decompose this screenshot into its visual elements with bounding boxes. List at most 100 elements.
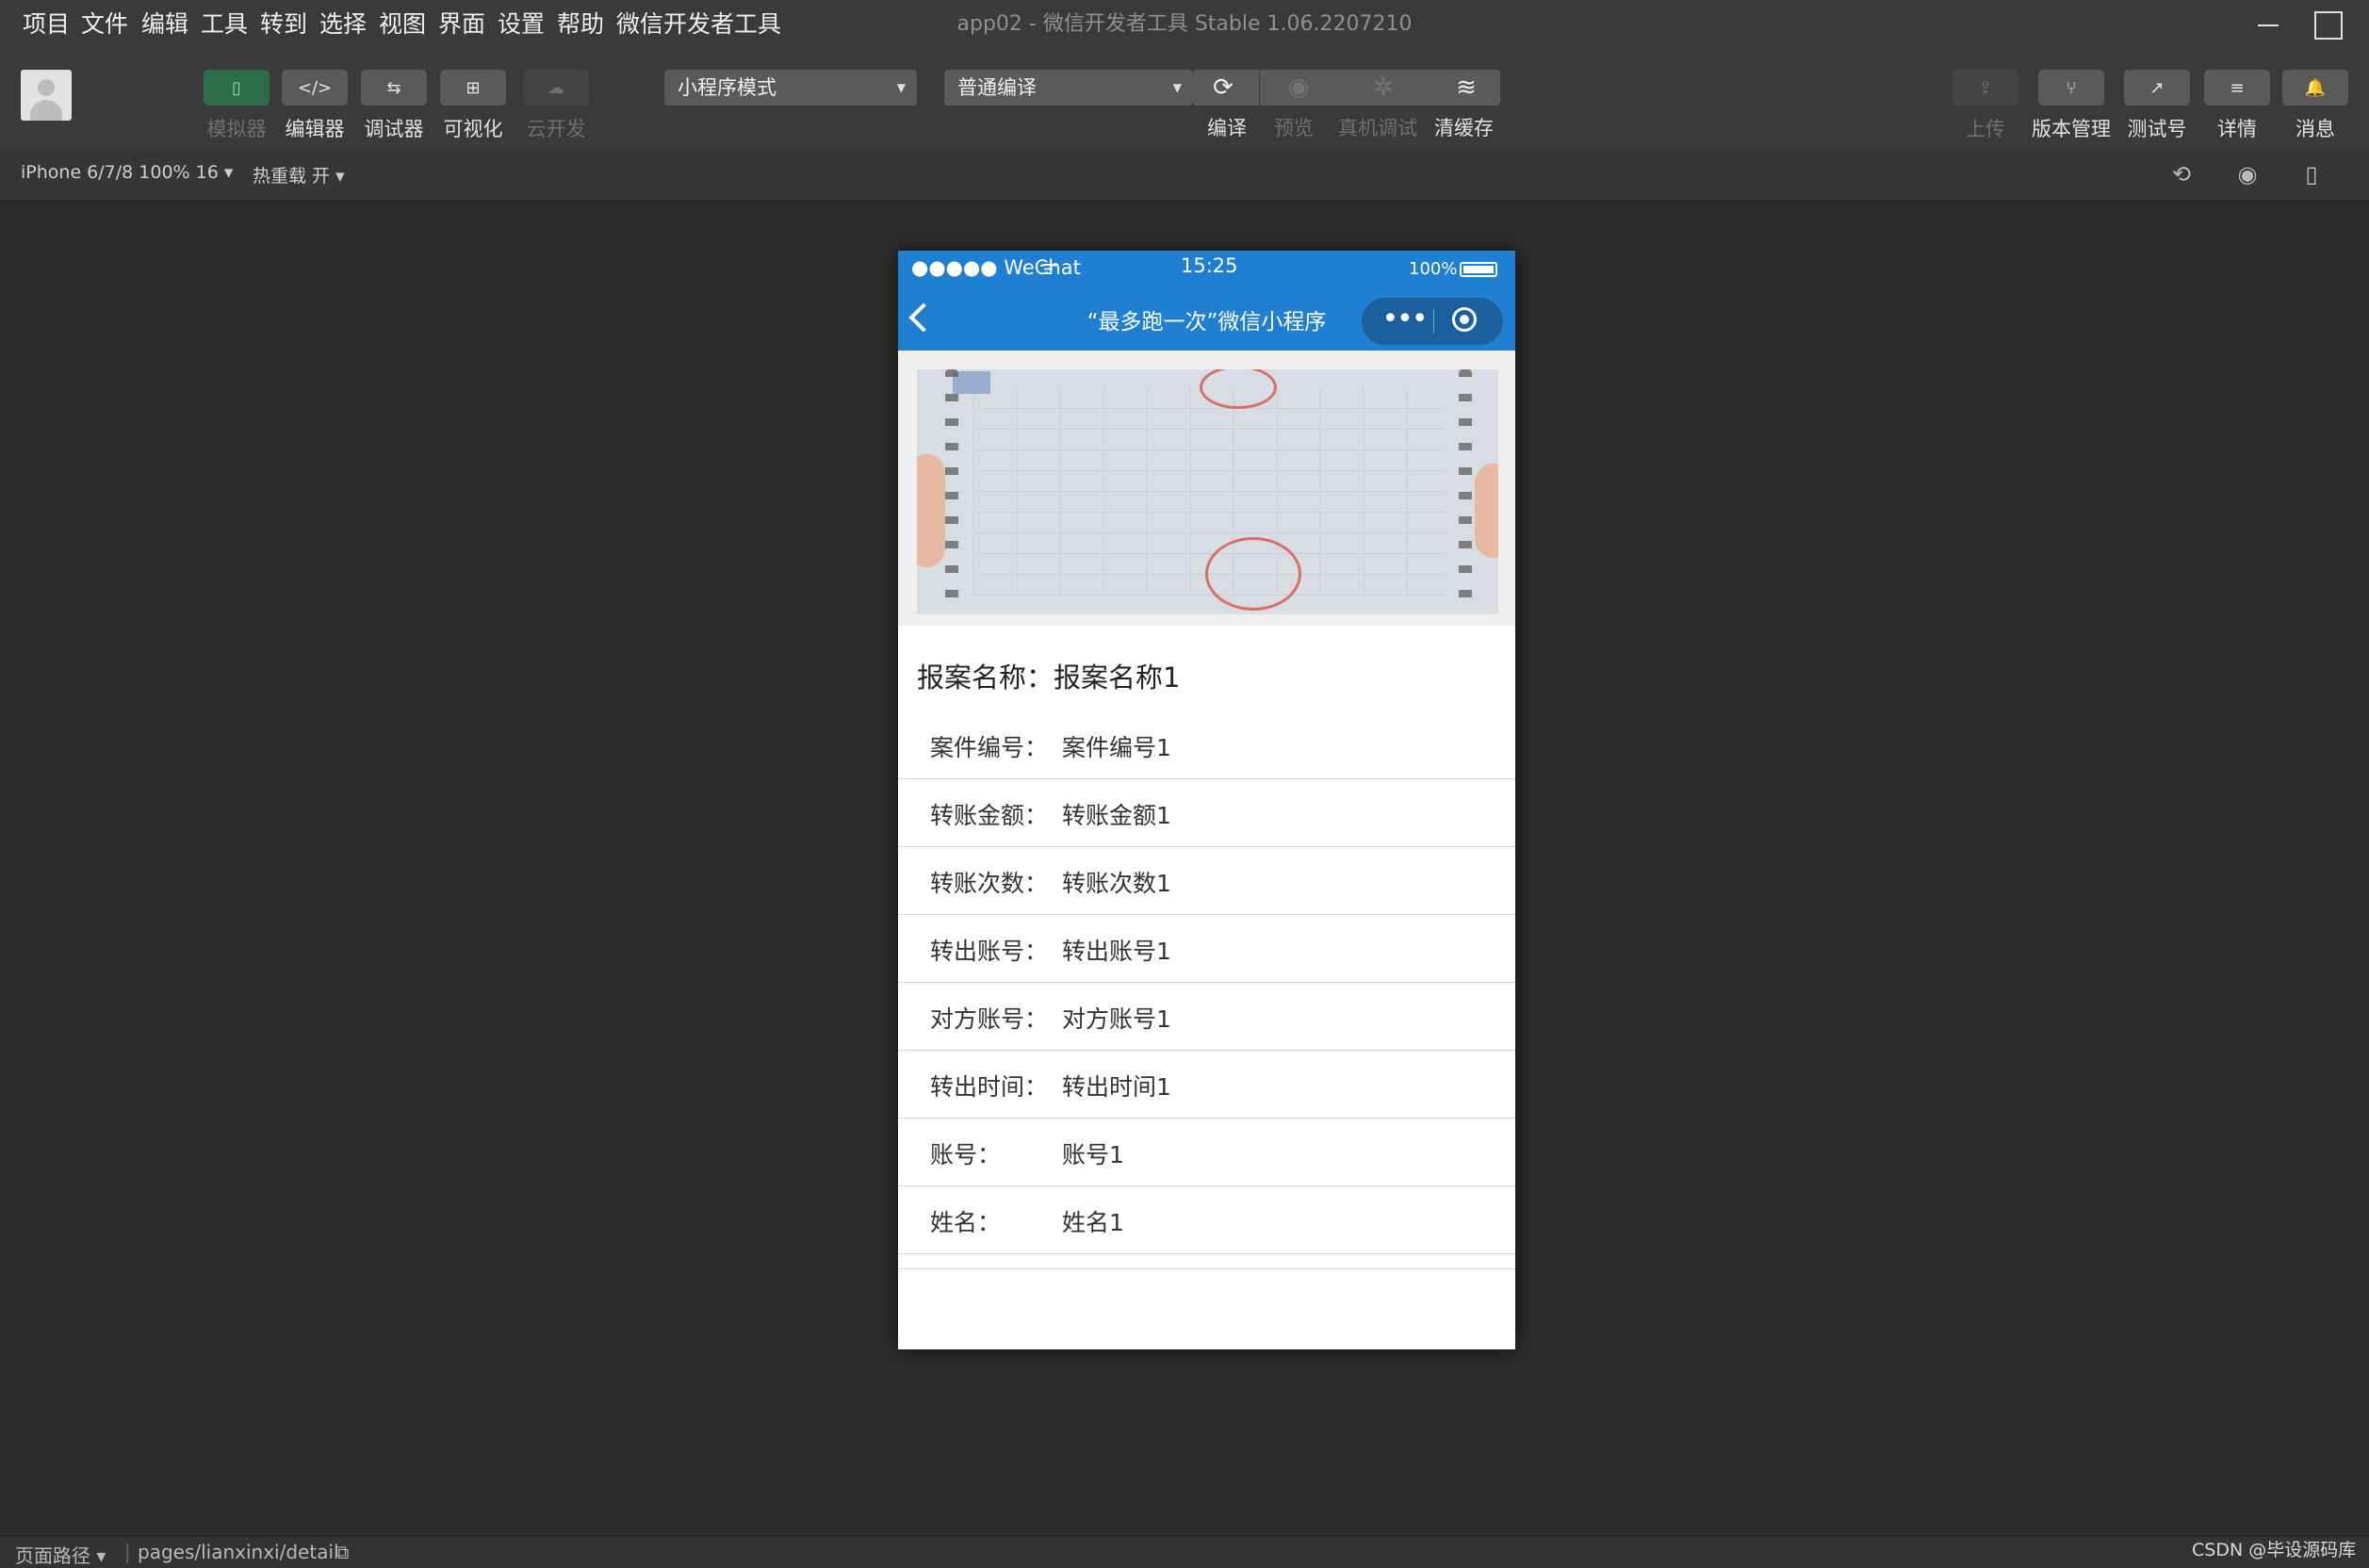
minimize-button[interactable] bbox=[2254, 11, 2284, 40]
detail-value: 对方账号1 bbox=[1062, 1005, 1171, 1033]
branch-icon: ⑂ bbox=[2038, 70, 2104, 106]
hot-reload-toggle[interactable]: 热重载 开 ▾ bbox=[253, 162, 345, 188]
detail-value: 账号1 bbox=[1062, 1141, 1124, 1168]
window-title: app02 - 微信开发者工具 Stable 1.06.2207210 bbox=[956, 12, 1413, 36]
mode-select-value: 小程序模式 bbox=[678, 76, 776, 99]
tool-details[interactable]: ≡ 详情 bbox=[2197, 70, 2278, 142]
detail-label: 转出账号： bbox=[930, 938, 1049, 965]
preview-label[interactable]: 预览 bbox=[1274, 113, 1314, 141]
toolbar: ▯ 模拟器 </> 编辑器 ⇆ 调试器 ⊞ 可视化 ☁ 云开发 小程序模式 ▼ … bbox=[0, 51, 2369, 150]
divider bbox=[898, 1268, 1515, 1269]
page-path: pages/lianxinxi/detail bbox=[138, 1541, 339, 1563]
close-miniprogram-icon[interactable] bbox=[1452, 307, 1477, 332]
tool-test-account[interactable]: ↗ 测试号 bbox=[2116, 70, 2197, 142]
record-icon[interactable]: ◉ bbox=[2233, 160, 2262, 188]
chevron-down-icon: ▼ bbox=[1172, 81, 1182, 94]
tool-debugger-label: 调试器 bbox=[364, 118, 424, 140]
detail-value: 转出时间1 bbox=[1062, 1073, 1171, 1101]
copy-icon[interactable]: ⧉ bbox=[335, 1541, 349, 1563]
tool-editor[interactable]: </> 编辑器 bbox=[274, 70, 355, 142]
detail-label: 案件编号： bbox=[930, 734, 1049, 761]
tool-messages[interactable]: 🔔 消息 bbox=[2275, 70, 2356, 142]
detail-value: 转账金额1 bbox=[1062, 802, 1171, 829]
tool-cloud[interactable]: ☁ 云开发 bbox=[515, 70, 596, 142]
detail-row: 姓名： 姓名1 bbox=[898, 1185, 1515, 1254]
detail-row: 对方账号： 对方账号1 bbox=[898, 982, 1515, 1051]
divider: | bbox=[124, 1541, 131, 1563]
layers-icon[interactable]: ≋ bbox=[1432, 70, 1500, 106]
chevron-down-icon: ▼ bbox=[896, 81, 906, 94]
simulator-subbar: iPhone 6/7/8 100% 16 ▾ 热重载 开 ▾ ⟲ ◉ ▯ bbox=[0, 149, 2369, 201]
remote-debug-label[interactable]: 真机调试 bbox=[1338, 113, 1417, 141]
tool-debugger[interactable]: ⇆ 调试器 bbox=[353, 70, 434, 142]
compile-actions: ⟳ ◉ ✲ ≋ bbox=[1193, 70, 1500, 106]
refresh-icon[interactable]: ⟳ bbox=[1193, 70, 1253, 106]
rotate-icon[interactable]: ⟲ bbox=[2167, 160, 2196, 188]
battery-percent: 100% bbox=[1409, 259, 1458, 279]
tool-messages-label: 消息 bbox=[2295, 118, 2335, 140]
case-name-label: 报案名称： bbox=[917, 662, 1054, 694]
tool-upload-label: 上传 bbox=[1966, 118, 2005, 140]
eye-icon[interactable]: ◉ bbox=[1268, 70, 1329, 106]
battery-icon bbox=[1460, 262, 1497, 277]
tool-test-account-label: 测试号 bbox=[2127, 118, 2187, 140]
detail-label: 对方账号： bbox=[930, 1005, 1049, 1033]
cloud-icon: ☁ bbox=[523, 70, 589, 106]
detail-row: 转出时间： 转出时间1 bbox=[898, 1050, 1515, 1119]
status-time: 15:25 bbox=[1181, 254, 1238, 277]
tool-details-label: 详情 bbox=[2217, 118, 2257, 140]
tool-simulator-label: 模拟器 bbox=[206, 118, 267, 140]
avatar[interactable] bbox=[21, 70, 72, 121]
detail-label: 转出时间： bbox=[930, 1073, 1049, 1101]
mode-select[interactable]: 小程序模式 ▼ bbox=[664, 70, 917, 106]
detail-label: 账号： bbox=[930, 1141, 1002, 1168]
device-select[interactable]: iPhone 6/7/8 100% 16 ▾ bbox=[21, 162, 233, 183]
detail-row: 转出账号： 转出账号1 bbox=[898, 914, 1515, 983]
case-name: 报案名称：报案名称1 bbox=[917, 656, 1180, 695]
detail-value: 转账次数1 bbox=[1062, 870, 1171, 897]
tool-upload[interactable]: ⇪ 上传 bbox=[1945, 70, 2026, 142]
detail-label: 姓名： bbox=[930, 1209, 1002, 1236]
tool-visual[interactable]: ⊞ 可视化 bbox=[433, 70, 514, 142]
detail-label: 转账金额： bbox=[930, 802, 1049, 829]
compile-select-value: 普通编译 bbox=[957, 76, 1037, 99]
status-bar: 页面路径 ▾ | pages/lianxinxi/detail ⧉ bbox=[0, 1536, 2369, 1568]
detail-row: 账号： 账号1 bbox=[898, 1118, 1515, 1186]
menu-bar: 项目 文件 编辑 工具 转到 选择 视图 界面 设置 帮助 微信开发者工具 ap… bbox=[0, 0, 2369, 51]
capsule-menu[interactable]: ••• bbox=[1362, 298, 1503, 345]
menu-icon: ≡ bbox=[2204, 70, 2270, 106]
detail-row: 转账次数： 转账次数1 bbox=[898, 846, 1515, 915]
clear-cache-label[interactable]: 清缓存 bbox=[1434, 113, 1494, 141]
detail-row: 案件编号： 案件编号1 bbox=[898, 710, 1515, 779]
tool-editor-label: 编辑器 bbox=[285, 118, 345, 140]
layout-icon: ⊞ bbox=[440, 70, 506, 106]
page-path-select[interactable]: 页面路径 ▾ bbox=[15, 1541, 106, 1568]
external-link-icon: ↗ bbox=[2124, 70, 2190, 106]
bug-icon[interactable]: ✲ bbox=[1353, 70, 1413, 106]
phone-icon: ▯ bbox=[204, 70, 270, 106]
phone-simulator: ●●●●● WeChat ᯤ 15:25 100% “最多跑一次”微信小程序 •… bbox=[898, 251, 1515, 1349]
detail-value: 案件编号1 bbox=[1062, 734, 1171, 761]
debugger-icon: ⇆ bbox=[361, 70, 427, 106]
detail-label: 转账次数： bbox=[930, 870, 1049, 897]
maximize-button[interactable] bbox=[2314, 11, 2343, 40]
detail-value: 转出账号1 bbox=[1062, 938, 1171, 965]
detail-row: 转账金额： 转账金额1 bbox=[898, 778, 1515, 847]
compile-select[interactable]: 普通编译 ▼ bbox=[944, 70, 1193, 106]
more-icon[interactable]: ••• bbox=[1377, 305, 1431, 335]
image-banner bbox=[898, 351, 1515, 626]
tool-visual-label: 可视化 bbox=[443, 118, 503, 140]
tool-version[interactable]: ⑂ 版本管理 bbox=[2030, 70, 2113, 142]
invoice-photo[interactable] bbox=[917, 369, 1498, 614]
tool-cloud-label: 云开发 bbox=[526, 118, 586, 140]
compile-label[interactable]: 编译 bbox=[1207, 113, 1247, 141]
detail-value: 姓名1 bbox=[1062, 1209, 1124, 1236]
bell-icon: 🔔 bbox=[2282, 70, 2348, 106]
watermark: CSDN @毕设源码库 bbox=[2192, 1540, 2357, 1560]
code-icon: </> bbox=[282, 70, 348, 106]
phone-nav-bar: “最多跑一次”微信小程序 ••• bbox=[898, 288, 1515, 351]
case-name-value: 报案名称1 bbox=[1054, 662, 1181, 694]
tool-simulator[interactable]: ▯ 模拟器 bbox=[196, 70, 277, 142]
device-icon[interactable]: ▯ bbox=[2297, 160, 2326, 188]
upload-icon: ⇪ bbox=[1952, 70, 2018, 106]
